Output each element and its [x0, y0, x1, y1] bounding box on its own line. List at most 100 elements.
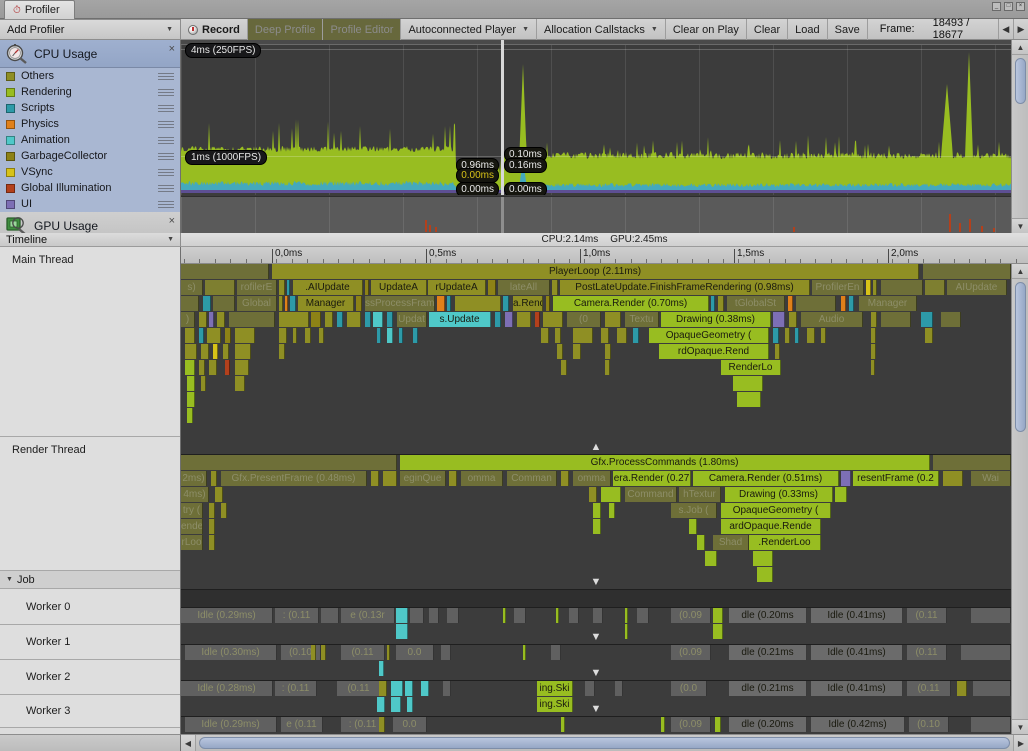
timeline-section-worker-2[interactable]: Idle (0.28ms): (0.11(0.11ing.Ski(0.0dle … — [181, 681, 1011, 717]
timeline-sample[interactable] — [821, 328, 826, 343]
timeline-sample[interactable]: RenderLo — [721, 360, 781, 375]
timeline-sample[interactable] — [209, 535, 215, 550]
profile-editor-button[interactable]: Profile Editor — [323, 19, 401, 40]
drag-handle-icon[interactable] — [158, 120, 174, 129]
timeline-sample[interactable] — [713, 624, 723, 639]
timeline-sample[interactable]: 4ms) — [181, 487, 209, 502]
timeline-sample[interactable] — [593, 503, 601, 518]
timeline-sample[interactable] — [733, 376, 763, 391]
timeline-sample[interactable] — [705, 551, 717, 566]
drag-handle-icon[interactable] — [158, 168, 174, 177]
timeline-sample[interactable] — [503, 296, 509, 311]
tab-profiler[interactable]: ⏱ Profiler — [4, 0, 75, 19]
timeline-sample[interactable]: Idle (0.41ms) — [811, 645, 903, 660]
timeline-sample[interactable] — [217, 312, 225, 327]
timeline-sample[interactable] — [187, 376, 195, 391]
timeline-sample[interactable] — [209, 519, 215, 534]
timeline-section-job-group[interactable] — [181, 590, 1028, 608]
timeline-sample[interactable] — [605, 344, 611, 359]
timeline-sample[interactable] — [279, 296, 283, 311]
collapse-chevron-icon[interactable]: ▲ — [591, 442, 602, 453]
timeline-sample[interactable] — [697, 535, 705, 550]
timeline-sample[interactable]: dle (0.20ms — [729, 717, 807, 732]
timeline-sample[interactable] — [785, 328, 790, 343]
timeline-sample[interactable]: rdOpaque.Rend — [659, 344, 769, 359]
timeline-sample[interactable]: (0.09 — [671, 717, 711, 732]
timeline-sample[interactable]: (0.0 — [671, 681, 707, 696]
thread-label-worker-2[interactable]: Worker 2 — [0, 660, 180, 695]
drag-handle-icon[interactable] — [158, 200, 174, 209]
timeline-sample[interactable] — [617, 328, 627, 343]
timeline-sample[interactable] — [211, 471, 217, 486]
timeline-sample[interactable]: Gfx.PresentFrame (0.48ms) — [221, 471, 367, 486]
timeline-sample[interactable]: Audio — [801, 312, 863, 327]
save-button[interactable]: Save — [828, 19, 868, 40]
timeline-canvas[interactable]: PlayerLoop (2.11ms)s)rofilerE.AIUpdateUp… — [181, 264, 1028, 734]
timeline-sample[interactable] — [399, 328, 403, 343]
timeline-sample[interactable] — [396, 624, 408, 639]
timeline-sample[interactable] — [225, 328, 231, 343]
timeline-horizontal-scrollbar[interactable]: ◀ ▶ — [181, 734, 1028, 751]
add-profiler-dropdown[interactable]: Add Profiler ▼ — [0, 19, 181, 40]
timeline-sample[interactable] — [356, 296, 362, 311]
timeline-sample[interactable] — [447, 608, 459, 623]
timeline-sample[interactable] — [753, 551, 773, 566]
timeline-sample[interactable]: Command — [625, 487, 677, 502]
clear-on-play-button[interactable]: Clear on Play — [666, 19, 747, 40]
timeline-sample[interactable] — [455, 296, 501, 311]
timeline-sample[interactable] — [373, 312, 383, 327]
timeline-sample[interactable]: lateAll — [498, 280, 550, 295]
timeline-sample[interactable]: eginQue — [400, 471, 446, 486]
timeline-sample[interactable] — [185, 344, 197, 359]
timeline-sample[interactable] — [421, 681, 429, 696]
timeline-sample[interactable] — [543, 312, 563, 327]
timeline-sample[interactable] — [713, 608, 723, 623]
timeline-sample[interactable] — [689, 519, 697, 534]
timeline-sample[interactable] — [441, 645, 451, 660]
timeline-sample[interactable] — [287, 280, 290, 295]
timeline-sample[interactable] — [185, 360, 195, 375]
timeline-sample[interactable]: ssProcessFram — [365, 296, 435, 311]
timeline-sample[interactable] — [881, 280, 923, 295]
timeline-sample[interactable]: Camera.Render (0.70ms) — [553, 296, 709, 311]
timeline-sample[interactable] — [795, 328, 799, 343]
timeline-sample[interactable] — [201, 344, 209, 359]
timeline-sample[interactable] — [925, 328, 933, 343]
timeline-sample[interactable] — [737, 392, 761, 407]
timeline-sample[interactable] — [181, 296, 199, 311]
timeline-sample[interactable] — [514, 608, 526, 623]
timeline-sample[interactable] — [209, 360, 217, 375]
drag-handle-icon[interactable] — [158, 136, 174, 145]
timeline-sample[interactable] — [213, 344, 218, 359]
timeline-sample[interactable] — [410, 608, 424, 623]
timeline-sample[interactable] — [223, 344, 229, 359]
timeline-sample[interactable]: Idle (0.41ms) — [811, 681, 903, 696]
timeline-sample[interactable]: OpaqueGeometry ( — [721, 503, 831, 518]
scroll-up-icon[interactable]: ▲ — [1012, 40, 1028, 55]
timeline-sample[interactable] — [773, 312, 785, 327]
profiler-graph-area[interactable]: 4ms (250FPS)1ms (1000FPS)0.96ms0.00ms0.0… — [181, 40, 1028, 233]
timeline-sample[interactable] — [187, 392, 195, 407]
timeline-sample[interactable] — [365, 280, 369, 295]
timeline-sample[interactable] — [203, 296, 211, 311]
timeline-sample[interactable]: (0.11 — [337, 681, 381, 696]
close-icon[interactable]: × — [169, 44, 175, 55]
timeline-sample[interactable]: Shad — [713, 535, 749, 550]
timeline-sample[interactable]: (0.10 — [909, 717, 949, 732]
timeline-sample[interactable] — [601, 328, 609, 343]
timeline-sample[interactable]: : (0.11 — [275, 608, 319, 623]
timeline-section-worker-0[interactable]: Idle (0.29ms): (0.11e (0.13r(0.09dle (0.… — [181, 608, 1011, 645]
timeline-sample[interactable] — [377, 328, 381, 343]
timeline-sample[interactable]: .AIUpdate — [293, 280, 363, 295]
timeline-section-render-thread[interactable]: Gfx.ProcessCommands (1.80ms)2ms)Gfx.Pres… — [181, 455, 1011, 590]
timeline-sample[interactable] — [235, 328, 255, 343]
timeline-sample[interactable] — [718, 296, 724, 311]
legend-item-scripts[interactable]: Scripts — [0, 100, 180, 116]
drag-handle-icon[interactable] — [158, 184, 174, 193]
timeline-sample[interactable] — [561, 360, 567, 375]
load-button[interactable]: Load — [788, 19, 827, 40]
timeline-sample[interactable]: : (0.11 — [275, 681, 317, 696]
timeline-sample[interactable]: ing.Ski — [537, 697, 573, 712]
timeline-sample[interactable] — [311, 645, 316, 660]
timeline-sample[interactable] — [235, 344, 251, 359]
